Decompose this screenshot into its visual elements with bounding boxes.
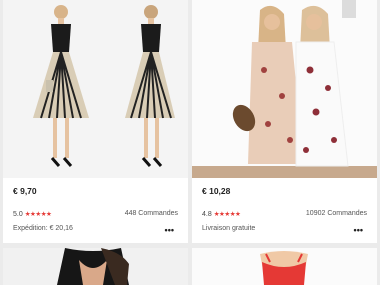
shipping-info: Livraison gratuite: [202, 225, 256, 232]
product-image[interactable]: [192, 0, 377, 178]
more-options-icon[interactable]: •••: [165, 225, 174, 235]
product-price: € 9,70: [13, 186, 37, 196]
product-image[interactable]: [192, 248, 377, 285]
rating-stars-icon: ★★★★★: [213, 211, 241, 218]
more-options-icon[interactable]: •••: [354, 225, 363, 235]
product-card[interactable]: [3, 248, 188, 285]
product-card[interactable]: € 10,28 4.8 ★★★★★ 10902 Commandes Livrai…: [192, 0, 377, 243]
product-price: € 10,28: [202, 186, 231, 196]
product-image[interactable]: [3, 248, 188, 285]
rating-stars-icon: ★★★★★: [24, 211, 52, 218]
product-card[interactable]: [192, 248, 377, 285]
product-image[interactable]: [3, 0, 188, 178]
product-rating: 5.0 ★★★★★: [13, 210, 52, 219]
rating-value: 5.0: [13, 210, 23, 218]
shipping-info: Expédition: € 20,16: [13, 225, 73, 232]
orders-count: 10902 Commandes: [305, 210, 367, 217]
product-rating: 4.8 ★★★★★: [202, 210, 241, 219]
product-card[interactable]: € 9,70 5.0 ★★★★★ 448 Commandes Expéditio…: [3, 0, 188, 243]
orders-count: 448 Commandes: [124, 210, 178, 217]
rating-value: 4.8: [202, 210, 212, 218]
